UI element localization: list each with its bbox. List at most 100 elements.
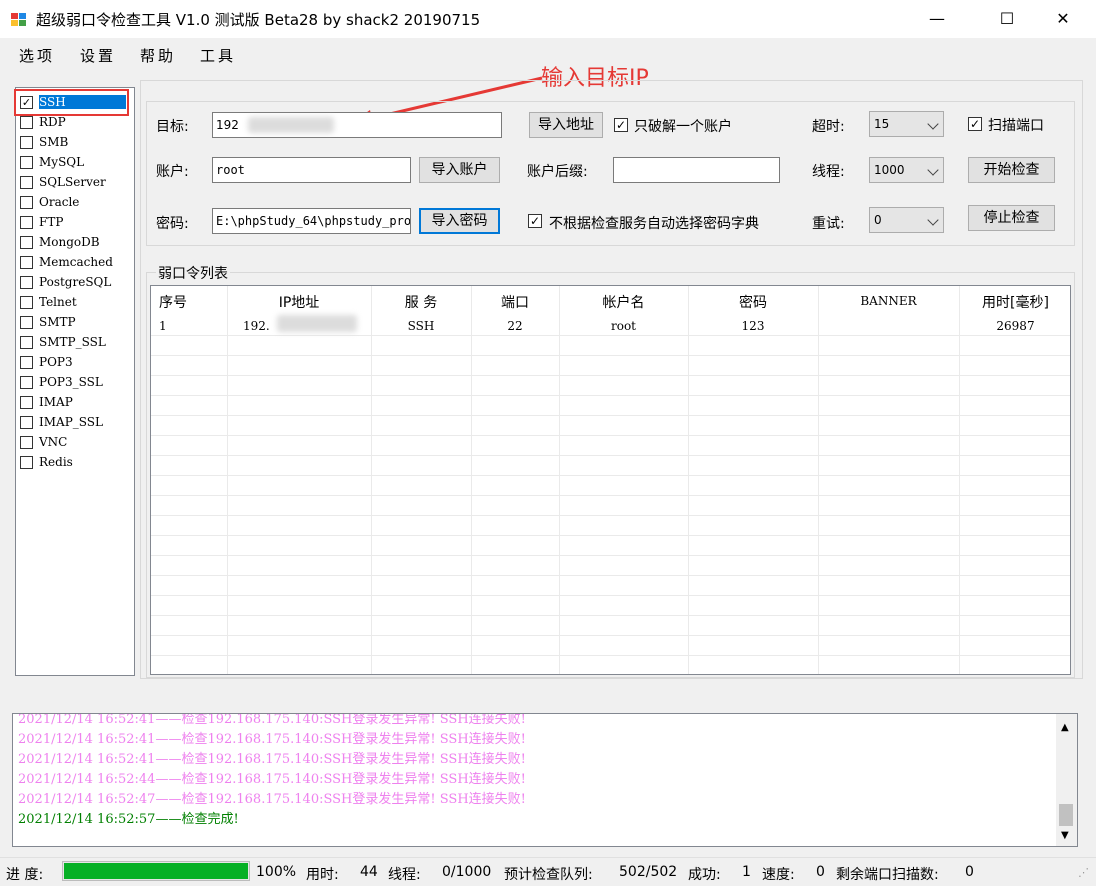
success-label: 成功: bbox=[688, 867, 721, 883]
timeout-select[interactable]: 15 bbox=[869, 111, 944, 137]
protocol-checkbox[interactable] bbox=[20, 276, 33, 289]
ssh-highlight-box bbox=[14, 89, 129, 116]
protocol-checkbox[interactable] bbox=[20, 216, 33, 229]
table-header[interactable]: 服 务 bbox=[371, 292, 471, 312]
table-header[interactable]: IP地址 bbox=[227, 292, 371, 312]
protocol-checkbox[interactable] bbox=[20, 316, 33, 329]
protocol-item-mysql[interactable]: MySQL bbox=[20, 153, 132, 173]
progress-label: 进 度: bbox=[6, 867, 44, 883]
retry-select[interactable]: 0 bbox=[869, 207, 944, 233]
protocol-label: POP3 bbox=[39, 355, 73, 369]
table-row-divider bbox=[151, 555, 1070, 556]
speed-value: 0 bbox=[816, 864, 825, 880]
protocol-item-smtp[interactable]: SMTP bbox=[20, 313, 132, 333]
minimize-button[interactable]: — bbox=[914, 0, 960, 38]
protocol-item-mongodb[interactable]: MongoDB bbox=[20, 233, 132, 253]
table-header[interactable]: 用时[毫秒] bbox=[959, 292, 1070, 312]
resize-grip-icon[interactable]: ⋰ bbox=[1078, 866, 1089, 879]
protocol-item-smtp-ssl[interactable]: SMTP_SSL bbox=[20, 333, 132, 353]
target-label: 目标: bbox=[156, 119, 189, 135]
table-row-divider bbox=[151, 415, 1070, 416]
protocol-item-ftp[interactable]: FTP bbox=[20, 213, 132, 233]
table-row-divider bbox=[151, 655, 1070, 656]
protocol-label: Memcached bbox=[39, 255, 113, 269]
close-button[interactable]: ✕ bbox=[1040, 0, 1086, 38]
log-line: 2021/12/14 16:52:41——检查192.168.175.140:S… bbox=[18, 752, 526, 767]
target-value: 192 bbox=[216, 118, 239, 132]
protocol-item-redis[interactable]: Redis bbox=[20, 453, 132, 473]
protocol-label: IMAP_SSL bbox=[39, 415, 103, 429]
start-check-button[interactable]: 开始检查 bbox=[968, 157, 1055, 183]
protocol-item-postgresql[interactable]: PostgreSQL bbox=[20, 273, 132, 293]
stop-check-button[interactable]: 停止检查 bbox=[968, 205, 1055, 231]
protocol-item-telnet[interactable]: Telnet bbox=[20, 293, 132, 313]
protocol-label: VNC bbox=[39, 435, 68, 449]
account-suffix-input[interactable] bbox=[613, 157, 780, 183]
protocol-checkbox[interactable] bbox=[20, 116, 33, 129]
import-account-button[interactable]: 导入账户 bbox=[419, 157, 500, 183]
protocol-item-imap[interactable]: IMAP bbox=[20, 393, 132, 413]
password-input[interactable]: E:\phpStudy_64\phpstudy_pro bbox=[212, 208, 411, 234]
table-row-divider bbox=[151, 595, 1070, 596]
protocol-checkbox[interactable] bbox=[20, 136, 33, 149]
protocol-list[interactable]: ✓ SSH RDP SMB MySQL SQLServer Oracle FTP MongoDB… bbox=[15, 87, 135, 676]
protocol-label: MySQL bbox=[39, 155, 85, 169]
retry-value: 0 bbox=[874, 213, 882, 227]
protocol-checkbox[interactable] bbox=[20, 456, 33, 469]
protocol-checkbox[interactable] bbox=[20, 176, 33, 189]
account-input[interactable]: root bbox=[212, 157, 411, 183]
queue-value: 502/502 bbox=[619, 864, 678, 880]
only-one-account-checkbox[interactable]: ✓ bbox=[614, 118, 628, 132]
table-row-divider bbox=[151, 395, 1070, 396]
protocol-item-pop3-ssl[interactable]: POP3_SSL bbox=[20, 373, 132, 393]
chevron-down-icon bbox=[927, 214, 939, 226]
protocol-checkbox[interactable] bbox=[20, 236, 33, 249]
protocol-item-memcached[interactable]: Memcached bbox=[20, 253, 132, 273]
protocol-label: SQLServer bbox=[39, 175, 106, 189]
protocol-item-smb[interactable]: SMB bbox=[20, 133, 132, 153]
table-header[interactable]: BANNER bbox=[818, 294, 959, 308]
protocol-label: RDP bbox=[39, 115, 66, 129]
protocol-label: SMB bbox=[39, 135, 69, 149]
protocol-checkbox[interactable] bbox=[20, 196, 33, 209]
import-address-button[interactable]: 导入地址 bbox=[529, 112, 603, 138]
scan-port-checkbox[interactable]: ✓ bbox=[968, 117, 982, 131]
protocol-item-sqlserver[interactable]: SQLServer bbox=[20, 173, 132, 193]
progress-text: 100% bbox=[256, 864, 297, 880]
time-label: 用时: bbox=[306, 867, 339, 883]
log-panel[interactable]: 2021/12/14 16:52:41——检查192.168.175.140:S… bbox=[12, 713, 1078, 847]
protocol-item-imap-ssl[interactable]: IMAP_SSL bbox=[20, 413, 132, 433]
log-scrollbar[interactable]: ▲ ▼ bbox=[1056, 714, 1077, 846]
protocol-checkbox[interactable] bbox=[20, 256, 33, 269]
protocol-checkbox[interactable] bbox=[20, 376, 33, 389]
menu-options[interactable]: 选项 bbox=[19, 45, 55, 66]
protocol-checkbox[interactable] bbox=[20, 396, 33, 409]
protocol-checkbox[interactable] bbox=[20, 336, 33, 349]
protocol-checkbox[interactable] bbox=[20, 436, 33, 449]
menu-tools[interactable]: 工具 bbox=[200, 45, 236, 66]
table-header[interactable]: 序号 bbox=[159, 292, 235, 312]
table-header[interactable]: 帐户名 bbox=[559, 292, 688, 312]
menu-help[interactable]: 帮助 bbox=[140, 45, 176, 66]
scroll-up-icon[interactable]: ▲ bbox=[1061, 722, 1069, 733]
import-password-button[interactable]: 导入密码 bbox=[419, 208, 500, 234]
protocol-item-vnc[interactable]: VNC bbox=[20, 433, 132, 453]
table-header[interactable]: 端口 bbox=[471, 292, 559, 312]
protocol-checkbox[interactable] bbox=[20, 156, 33, 169]
scroll-thumb[interactable] bbox=[1059, 804, 1073, 826]
table-header[interactable]: 密码 bbox=[688, 292, 818, 312]
protocol-item-pop3[interactable]: POP3 bbox=[20, 353, 132, 373]
protocol-item-rdp[interactable]: RDP bbox=[20, 113, 132, 133]
protocol-checkbox[interactable] bbox=[20, 296, 33, 309]
threads-value: 1000 bbox=[874, 163, 905, 177]
protocol-checkbox[interactable] bbox=[20, 416, 33, 429]
menu-settings[interactable]: 设置 bbox=[80, 45, 116, 66]
protocol-checkbox[interactable] bbox=[20, 356, 33, 369]
scroll-down-icon[interactable]: ▼ bbox=[1061, 830, 1069, 841]
scan-port-label: 扫描端口 bbox=[988, 118, 1044, 134]
results-table[interactable]: 序号 IP地址服 务端口 帐户名 密码 BANNER 用时[毫秒] 1 192. SSH 22 ro… bbox=[150, 285, 1071, 675]
maximize-button[interactable]: ☐ bbox=[984, 0, 1030, 38]
no-auto-dict-checkbox[interactable]: ✓ bbox=[528, 214, 542, 228]
protocol-item-oracle[interactable]: Oracle bbox=[20, 193, 132, 213]
threads-select[interactable]: 1000 bbox=[869, 157, 944, 183]
